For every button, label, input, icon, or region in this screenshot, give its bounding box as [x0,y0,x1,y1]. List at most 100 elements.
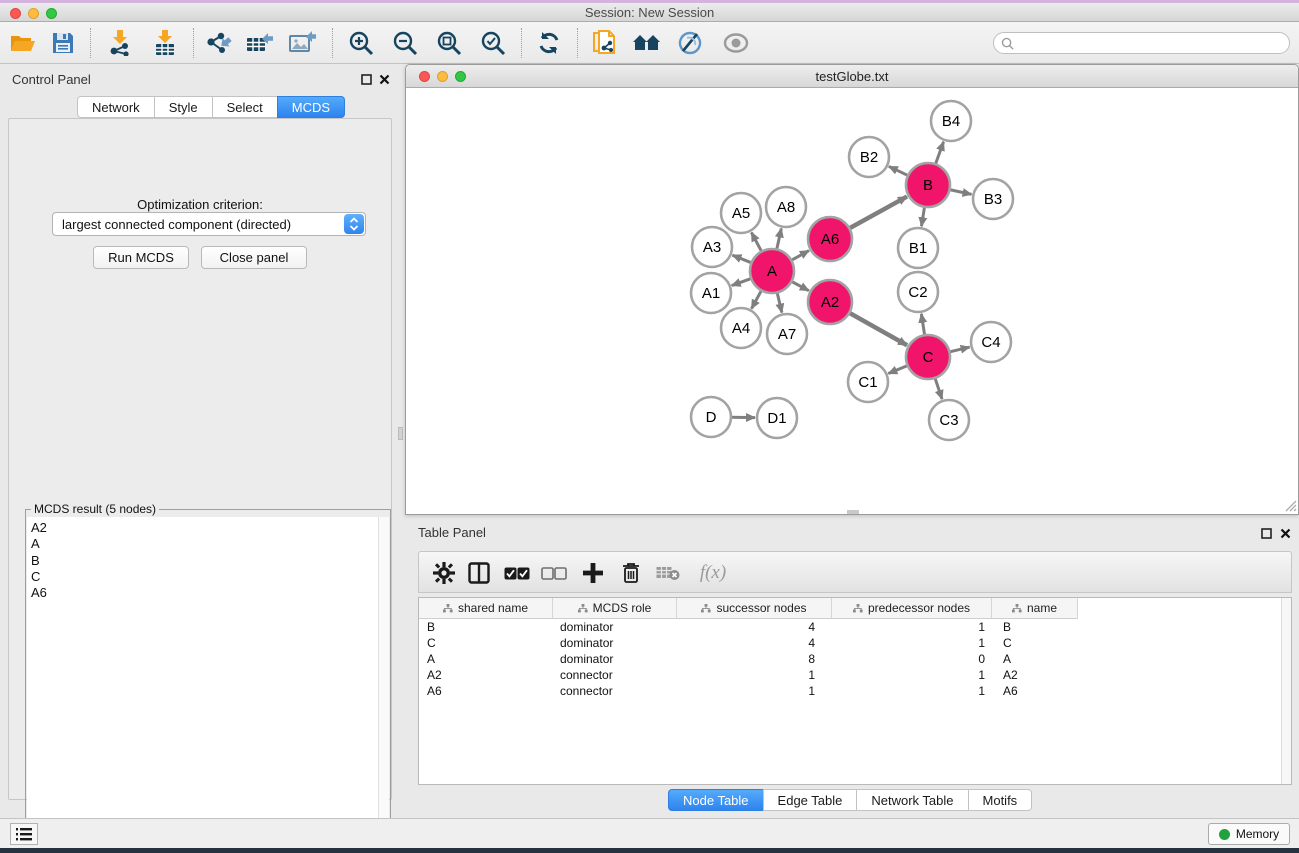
graph-edge[interactable] [849,197,907,229]
tab-style[interactable]: Style [154,96,213,118]
save-session-icon[interactable] [46,27,80,59]
table-settings-icon[interactable] [428,557,460,589]
hierarchy-icon [853,604,863,613]
table-close-icon[interactable] [1278,526,1292,540]
float-panel-icon[interactable] [359,72,373,86]
graph-node-label: A7 [778,326,796,343]
graph-edge[interactable] [889,166,908,175]
zoom-selected-icon[interactable] [476,27,510,59]
open-session-icon[interactable] [6,27,40,59]
table-row[interactable]: Bdominator41B [419,619,1291,635]
mcds-list-scrollbar[interactable] [378,517,389,853]
task-history-button[interactable] [10,823,38,845]
column-header[interactable]: predecessor nodes [832,598,992,619]
tab-mcds[interactable]: MCDS [277,96,345,118]
graph-node-label: B2 [860,149,878,166]
mcds-result-item[interactable]: A [31,536,380,552]
graph-edge[interactable] [888,365,907,373]
graph-edge[interactable] [791,281,808,290]
deselect-all-checkboxes-icon[interactable] [538,557,570,589]
home-icon[interactable] [630,27,664,59]
network-graph[interactable]: B4B2BB3B1A5A8A3A6AA1C2A4A7A2CC4C1C3DD1 [407,89,1298,514]
table-row[interactable]: A2connector11A2 [419,667,1291,683]
mcds-result-item[interactable]: C [31,569,380,585]
hierarchy-icon [578,604,588,613]
table-row[interactable]: Adominator80A [419,651,1291,667]
zoom-in-icon[interactable] [344,27,378,59]
table-vertical-scrollbar[interactable] [1281,598,1291,784]
split-view-icon[interactable] [463,557,495,589]
graph-edge[interactable] [849,313,907,345]
eye-icon[interactable] [719,27,753,59]
graph-edge[interactable] [732,255,751,263]
column-header[interactable]: name [992,598,1078,619]
tab-motifs[interactable]: Motifs [968,789,1033,811]
graph-edge[interactable] [949,347,969,352]
zoom-out-icon[interactable] [388,27,422,59]
graph-edge[interactable] [921,314,924,336]
mcds-result-item[interactable]: A2 [31,520,380,536]
close-panel-button[interactable]: Close panel [201,246,307,269]
search-field[interactable] [993,32,1290,54]
graph-edge[interactable] [777,292,782,312]
vertical-scrollbar-nub[interactable] [398,427,403,440]
graph-edge[interactable] [791,251,809,261]
select-all-checkboxes-icon[interactable] [501,557,533,589]
export-image-icon[interactable] [286,27,320,59]
add-column-icon[interactable] [577,557,609,589]
column-header[interactable]: MCDS role [553,598,677,619]
graph-node-label: B4 [942,113,960,130]
tab-network[interactable]: Network [77,96,155,118]
mcds-result-box: MCDS result (5 nodes) A2ABCA6 [25,509,391,853]
graph-edge[interactable] [950,190,972,195]
table-row[interactable]: A6connector11A6 [419,683,1291,699]
tab-edge-table[interactable]: Edge Table [763,789,858,811]
graph-edge[interactable] [752,290,762,308]
close-panel-icon[interactable] [377,72,391,86]
memory-button[interactable]: Memory [1208,823,1290,845]
column-header[interactable]: successor nodes [677,598,832,619]
tab-network-table[interactable]: Network Table [856,789,968,811]
import-network-icon[interactable] [103,27,137,59]
table-row[interactable]: Cdominator41C [419,635,1291,651]
network-view-window: testGlobe.txt B4B2BB3B1A5A8A3A6AA1C2A4A7… [405,64,1299,515]
column-header[interactable]: shared name [419,598,553,619]
table-float-icon[interactable] [1259,526,1273,540]
tab-node-table[interactable]: Node Table [668,789,764,811]
graph-edge[interactable] [751,232,761,251]
hide-graphics-details-icon[interactable] [673,27,707,59]
graph-edge[interactable] [935,378,942,399]
refresh-icon[interactable] [532,27,566,59]
control-panel-tabs: Network Style Select MCDS [78,96,345,118]
network-canvas[interactable]: B4B2BB3B1A5A8A3A6AA1C2A4A7A2CC4C1C3DD1 [407,89,1298,514]
export-table-icon[interactable] [243,27,277,59]
export-network-icon[interactable] [201,27,235,59]
horizontal-scrollbar-thumb[interactable] [847,510,859,514]
select-stepper-icon [344,214,364,234]
graph-edge[interactable] [921,207,924,227]
function-builder-icon[interactable]: f(x) [691,557,735,589]
delete-table-icon[interactable] [652,557,684,589]
mcds-result-item[interactable]: B [31,553,380,569]
criterion-select[interactable]: largest connected component (directed) [52,212,366,236]
table-tabs: Node Table Edge Table Network Table Moti… [669,789,1032,812]
graph-node-label: D [706,409,717,426]
tab-select[interactable]: Select [212,96,278,118]
graph-edge[interactable] [732,278,752,285]
mcds-result-item[interactable]: A6 [31,585,380,601]
mcds-panel: Optimization criterion: largest connecte… [8,118,392,800]
import-table-icon[interactable] [148,27,182,59]
graph-edge[interactable] [777,228,782,249]
delete-column-icon[interactable] [615,557,647,589]
graph-node-label: C4 [981,334,1000,351]
zoom-fit-icon[interactable] [432,27,466,59]
resize-grip-icon[interactable] [1284,499,1297,512]
search-input[interactable] [1014,35,1289,51]
network-from-file-icon[interactable] [588,27,622,59]
graph-edge[interactable] [935,142,943,165]
table-panel-title: Table Panel [418,525,486,540]
run-mcds-button[interactable]: Run MCDS [93,246,189,269]
memory-label: Memory [1236,827,1279,841]
mcds-result-list: A2ABCA6 [27,517,380,853]
network-window-titlebar[interactable]: testGlobe.txt [406,65,1298,88]
